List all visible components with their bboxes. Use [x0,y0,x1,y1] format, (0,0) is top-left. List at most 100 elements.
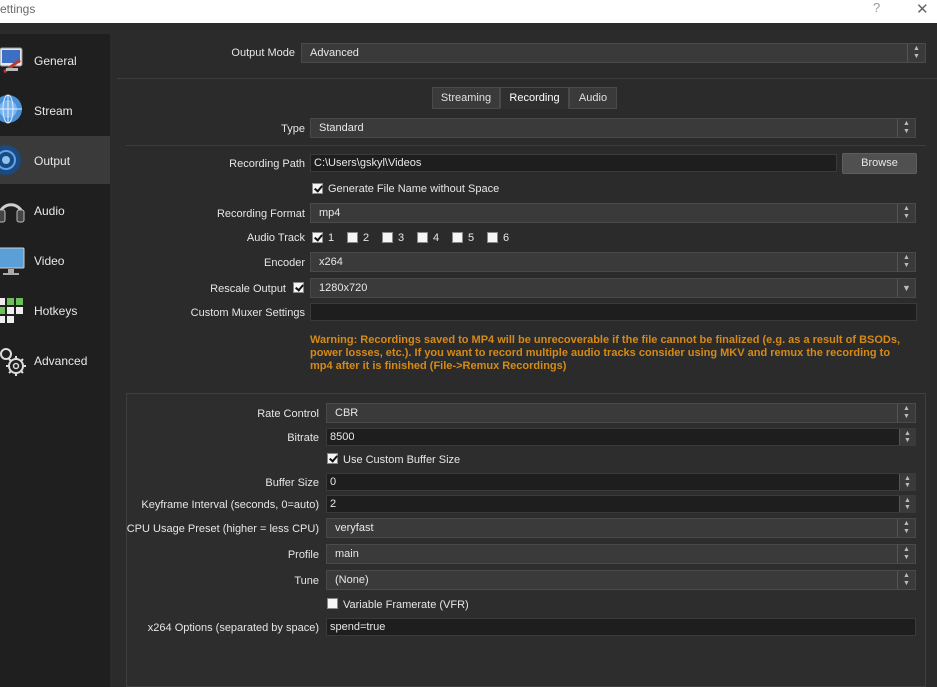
recording-format-label: Recording Format [216,208,305,220]
sidebar-item-general[interactable]: General [0,36,110,84]
hotkeys-icon [0,298,23,323]
audio-track-3-checkbox[interactable] [382,232,393,243]
profile-value: main [335,548,359,560]
vfr-checkbox[interactable] [327,598,338,609]
profile-label: Profile [287,549,319,561]
custom-buffer-label: Use Custom Buffer Size [343,454,461,466]
custom-muxer-input[interactable] [310,303,917,321]
encoder-select[interactable]: x264 ▲ ▼ [310,252,916,272]
bitrate-value: 8500 [330,431,355,443]
audio-track-5-checkbox[interactable] [452,232,463,243]
updown-arrows-icon: ▲ ▼ [907,44,925,62]
audio-track-3-label: 3 [398,232,405,244]
sidebar-item-audio[interactable]: Audio [0,186,110,234]
x264-options-label: x264 Options (separated by space) [147,622,319,634]
profile-select[interactable]: main ▲ ▼ [326,544,916,564]
divider [126,145,926,146]
browse-button[interactable]: Browse [842,153,917,174]
tab-recording[interactable]: Recording [500,87,569,109]
cpu-preset-select[interactable]: veryfast ▲ ▼ [326,518,916,538]
tab-streaming[interactable]: Streaming [432,87,500,109]
tune-select[interactable]: (None) ▲ ▼ [326,570,916,590]
updown-arrows-icon: ▲ ▼ [897,571,915,589]
help-icon[interactable]: ? [873,0,880,15]
audio-track-2-label: 2 [363,232,370,244]
audio-track-2-checkbox[interactable] [347,232,358,243]
sidebar-item-label: Stream [34,104,73,118]
rescale-output-checkbox[interactable] [293,282,304,293]
tab-audio[interactable]: Audio [569,87,617,109]
stream-icon [0,94,22,124]
updown-arrows-icon: ▲ ▼ [897,253,915,271]
updown-arrows-icon: ▲ ▼ [897,204,915,222]
recording-path-input[interactable]: C:\Users\gskyl\Videos [310,154,837,172]
bitrate-input[interactable]: 8500 ▲ ▼ [326,428,916,446]
sidebar-item-advanced[interactable]: Advanced [0,336,110,384]
output-icon [0,145,21,175]
buffer-size-label: Buffer Size [265,477,319,489]
audio-track-1-checkbox[interactable] [312,232,323,243]
sidebar-item-hotkeys[interactable]: Hotkeys [0,286,110,334]
sidebar-item-label: Audio [34,204,65,218]
audio-track-6-checkbox[interactable] [487,232,498,243]
sidebar-item-label: Advanced [34,354,88,368]
rate-control-label: Rate Control [257,408,319,420]
no-space-checkbox[interactable] [312,183,323,194]
settings-sidebar: General Stream Output Audio Video Hotkey… [0,34,110,687]
audio-track-4-checkbox[interactable] [417,232,428,243]
encoder-settings-group: Rate Control CBR ▲ ▼ Bitrate 8500 ▲ ▼ Use … [126,393,926,687]
buffer-size-value: 0 [330,476,337,488]
sidebar-item-video[interactable]: Video [0,236,110,284]
custom-muxer-label: Custom Muxer Settings [190,307,305,319]
keyframe-value: 2 [330,498,337,510]
sidebar-item-label: Video [34,254,65,268]
rescale-resolution-select[interactable]: 1280x720 ▼ [310,278,916,298]
recording-format-select[interactable]: mp4 ▲ ▼ [310,203,916,223]
format-value: mp4 [319,207,341,219]
rescale-value: 1280x720 [319,282,368,294]
mp4-warning-text: Warning: Recordings saved to MP4 will be… [310,334,901,372]
updown-arrows-icon: ▲ ▼ [899,474,915,490]
updown-arrows-icon: ▲ ▼ [897,519,915,537]
tune-value: (None) [335,574,369,586]
keyframe-input[interactable]: 2 ▲ ▼ [326,495,916,513]
sidebar-item-stream[interactable]: Stream [0,86,110,134]
general-icon [0,47,23,74]
custom-buffer-checkbox[interactable] [327,453,338,464]
tune-label: Tune [294,575,319,587]
x264-options-input[interactable]: spend=true [326,618,916,636]
updown-arrows-icon: ▲ ▼ [897,404,915,422]
type-select[interactable]: Standard ▲ ▼ [310,118,916,138]
audio-track-5-label: 5 [468,232,475,244]
updown-arrows-icon: ▲ ▼ [899,496,915,512]
rescale-output-label: Rescale Output [210,283,286,295]
output-mode-label: Output Mode [231,47,295,59]
chevron-down-icon: ▼ [897,279,915,297]
cpu-preset-value: veryfast [335,522,374,534]
updown-arrows-icon: ▲ ▼ [897,119,915,137]
video-icon [0,247,25,275]
recording-path-label: Recording Path [229,158,305,170]
close-icon[interactable]: ✕ [916,0,929,18]
rate-control-select[interactable]: CBR ▲ ▼ [326,403,916,423]
buffer-size-input[interactable]: 0 ▲ ▼ [326,473,916,491]
no-space-label: Generate File Name without Space [328,183,500,195]
audio-track-6-label: 6 [503,232,510,244]
type-value: Standard [319,122,364,134]
encoder-value: x264 [319,256,343,268]
encoder-label: Encoder [264,257,305,269]
vfr-label: Variable Framerate (VFR) [343,599,469,611]
keyframe-label: Keyframe Interval (seconds, 0=auto) [141,499,319,511]
updown-arrows-icon: ▲ ▼ [897,545,915,563]
updown-arrows-icon: ▲ ▼ [899,429,915,445]
output-mode-value: Advanced [310,47,359,59]
divider [117,78,937,79]
sidebar-item-output[interactable]: Output [0,136,110,184]
title-bar: ettings ? ✕ [0,0,937,23]
sidebar-item-label: Output [34,154,71,168]
audio-track-4-label: 4 [433,232,440,244]
cpu-preset-label: CPU Usage Preset (higher = less CPU) [126,523,319,535]
bitrate-label: Bitrate [287,432,319,444]
output-mode-select[interactable]: Advanced ▲ ▼ [301,43,926,63]
output-settings-panel: Output Mode Advanced ▲ ▼ Streaming Record… [110,34,937,687]
